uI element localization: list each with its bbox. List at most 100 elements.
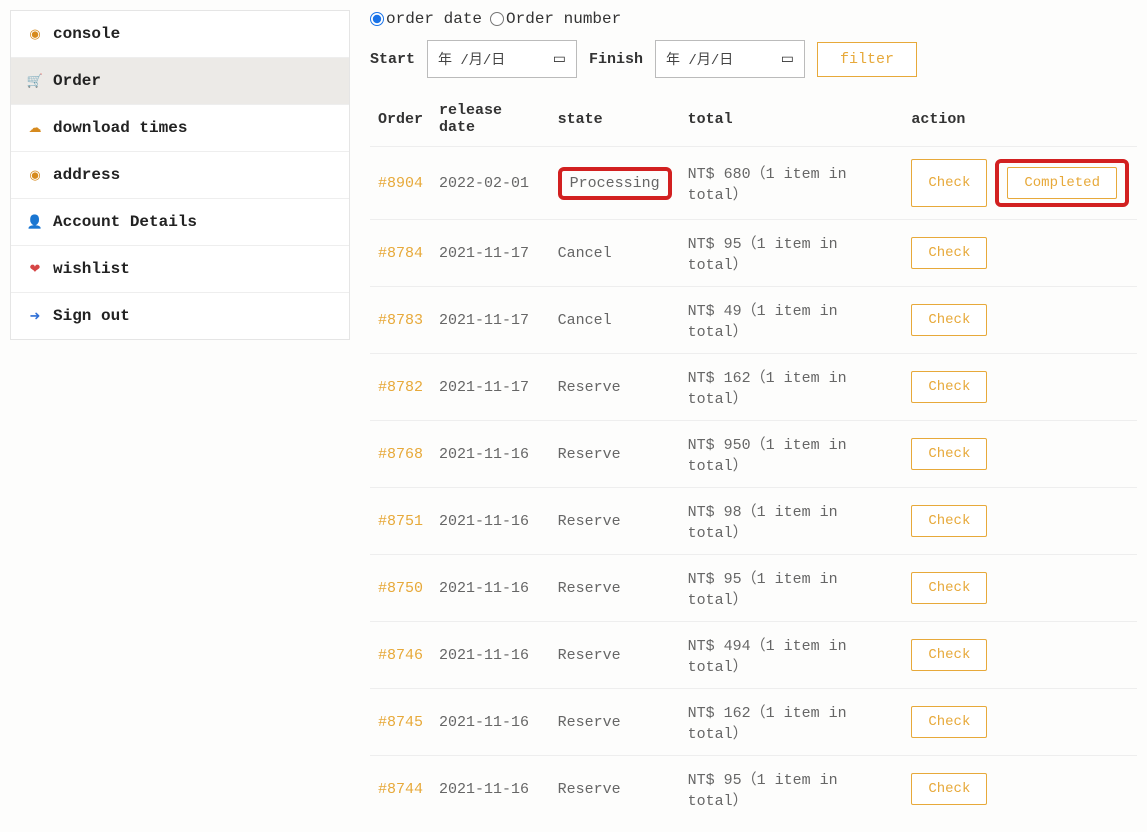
signout-icon: ➜	[27, 308, 43, 324]
sidebar-item-label: wishlist	[53, 260, 130, 278]
sidebar-item-wishlist[interactable]: ❤wishlist	[11, 246, 349, 293]
order-link[interactable]: #8745	[378, 714, 423, 731]
cell-state: Processing	[550, 147, 680, 220]
cell-state: Cancel	[550, 287, 680, 354]
check-button[interactable]: Check	[911, 438, 987, 470]
sidebar-item-label: Sign out	[53, 307, 130, 325]
check-button[interactable]: Check	[911, 639, 987, 671]
cell-actions: Check	[903, 689, 1137, 756]
order-link[interactable]: #8904	[378, 175, 423, 192]
order-link[interactable]: #8768	[378, 446, 423, 463]
cell-date: 2021-11-17	[431, 220, 550, 287]
cell-actions: Check	[903, 488, 1137, 555]
radio-order-date[interactable]: order date	[370, 10, 482, 28]
orders-table: Order release date state total action #8…	[370, 92, 1137, 822]
check-button[interactable]: Check	[911, 159, 987, 207]
table-row: #8746 2021-11-16ReserveNT$ 494（1 item in …	[370, 622, 1137, 689]
filter-button[interactable]: filter	[817, 42, 917, 77]
sidebar-item-address[interactable]: ◉address	[11, 152, 349, 199]
th-order: Order	[370, 92, 431, 147]
start-label: Start	[370, 51, 415, 68]
actions-wrap: Check	[911, 371, 1129, 403]
cell-date: 2021-11-17	[431, 354, 550, 421]
cell-state: Reserve	[550, 354, 680, 421]
check-button[interactable]: Check	[911, 505, 987, 537]
cell-date: 2021-11-16	[431, 622, 550, 689]
completed-button[interactable]: Completed	[1007, 167, 1117, 199]
filter-radio-group: order date Order number	[370, 10, 1137, 28]
order-link[interactable]: #8750	[378, 580, 423, 597]
cell-actions: Check	[903, 287, 1137, 354]
sidebar-item-label: Account Details	[53, 213, 197, 231]
actions-wrap: Check	[911, 438, 1129, 470]
cell-total: NT$ 162（1 item in total）	[680, 689, 904, 756]
cell-total: NT$ 98（1 item in total）	[680, 488, 904, 555]
th-release-date: release date	[431, 92, 550, 147]
dashboard-icon: ◉	[27, 26, 43, 42]
cell-state: Reserve	[550, 421, 680, 488]
radio-order-number[interactable]: Order number	[490, 10, 621, 28]
sidebar-item-order[interactable]: 🛒Order	[11, 58, 349, 105]
cell-order: #8751	[370, 488, 431, 555]
table-row: #87442021-11-16ReserveNT$ 95（1 item in t…	[370, 756, 1137, 823]
order-link[interactable]: #8746	[378, 647, 423, 664]
radio-order-date-label: order date	[386, 10, 482, 28]
cell-date: 2021-11-16	[431, 689, 550, 756]
download-icon: ☁	[27, 120, 43, 136]
check-button[interactable]: Check	[911, 706, 987, 738]
actions-wrap: Check	[911, 639, 1129, 671]
order-link[interactable]: #8783	[378, 312, 423, 329]
cell-actions: Check	[903, 555, 1137, 622]
sidebar-item-console[interactable]: ◉ console	[11, 11, 349, 58]
check-button[interactable]: Check	[911, 371, 987, 403]
pin-icon: ◉	[27, 167, 43, 183]
table-row: #87682021-11-16ReserveNT$ 950（1 item in …	[370, 421, 1137, 488]
order-link[interactable]: #8751	[378, 513, 423, 530]
table-row: #87832021-11-17CancelNT$ 49（1 item in to…	[370, 287, 1137, 354]
cell-state: Reserve	[550, 756, 680, 823]
sidebar-item-download-times[interactable]: ☁download times	[11, 105, 349, 152]
order-link[interactable]: #8744	[378, 781, 423, 798]
cell-order: #8782	[370, 354, 431, 421]
filter-date-row: Start 年 /月/日 ▭ Finish 年 /月/日 ▭ filter	[370, 40, 1137, 78]
finish-date-placeholder: 年 /月/日	[666, 49, 733, 69]
order-link[interactable]: #8784	[378, 245, 423, 262]
cell-date: 2021-11-16	[431, 421, 550, 488]
action-highlight: Completed	[995, 159, 1129, 207]
calendar-icon: ▭	[781, 51, 794, 68]
cell-total: NT$ 95（1 item in total）	[680, 555, 904, 622]
check-button[interactable]: Check	[911, 237, 987, 269]
cell-state: Reserve	[550, 622, 680, 689]
cell-order: #8746	[370, 622, 431, 689]
table-row: #87822021-11-17ReserveNT$ 162（1 item in …	[370, 354, 1137, 421]
order-link[interactable]: #8782	[378, 379, 423, 396]
sidebar-item-account-details[interactable]: 👤Account Details	[11, 199, 349, 246]
cell-date: 2021-11-16	[431, 488, 550, 555]
check-button[interactable]: Check	[911, 304, 987, 336]
calendar-icon: ▭	[553, 51, 566, 68]
check-button[interactable]: Check	[911, 773, 987, 805]
start-date-placeholder: 年 /月/日	[438, 49, 505, 69]
cell-total: NT$ 494（1 item in total）	[680, 622, 904, 689]
cell-order: #8768	[370, 421, 431, 488]
table-row: #87502021-11-16ReserveNT$ 95（1 item in t…	[370, 555, 1137, 622]
actions-wrap: Check	[911, 773, 1129, 805]
check-button[interactable]: Check	[911, 572, 987, 604]
start-date-input[interactable]: 年 /月/日 ▭	[427, 40, 577, 78]
actions-wrap: Check	[911, 304, 1129, 336]
actions-wrap: Check	[911, 706, 1129, 738]
sidebar-item-sign-out[interactable]: ➜ Sign out	[11, 293, 349, 339]
cell-order: #8783	[370, 287, 431, 354]
cell-state: Cancel	[550, 220, 680, 287]
account-sidebar: ◉ console 🛒Order☁download times◉address👤Ac…	[10, 10, 350, 340]
cell-order: #8744	[370, 756, 431, 823]
actions-wrap: Check	[911, 237, 1129, 269]
sidebar-item-label: console	[53, 25, 120, 43]
cell-total: NT$ 95（1 item in total）	[680, 220, 904, 287]
finish-date-input[interactable]: 年 /月/日 ▭	[655, 40, 805, 78]
cell-total: NT$ 49（1 item in total）	[680, 287, 904, 354]
radio-order-date-input[interactable]	[370, 12, 384, 26]
radio-order-number-label: Order number	[506, 10, 621, 28]
table-row: #8784 2021-11-17CancelNT$ 95（1 item in to…	[370, 220, 1137, 287]
radio-order-number-input[interactable]	[490, 12, 504, 26]
